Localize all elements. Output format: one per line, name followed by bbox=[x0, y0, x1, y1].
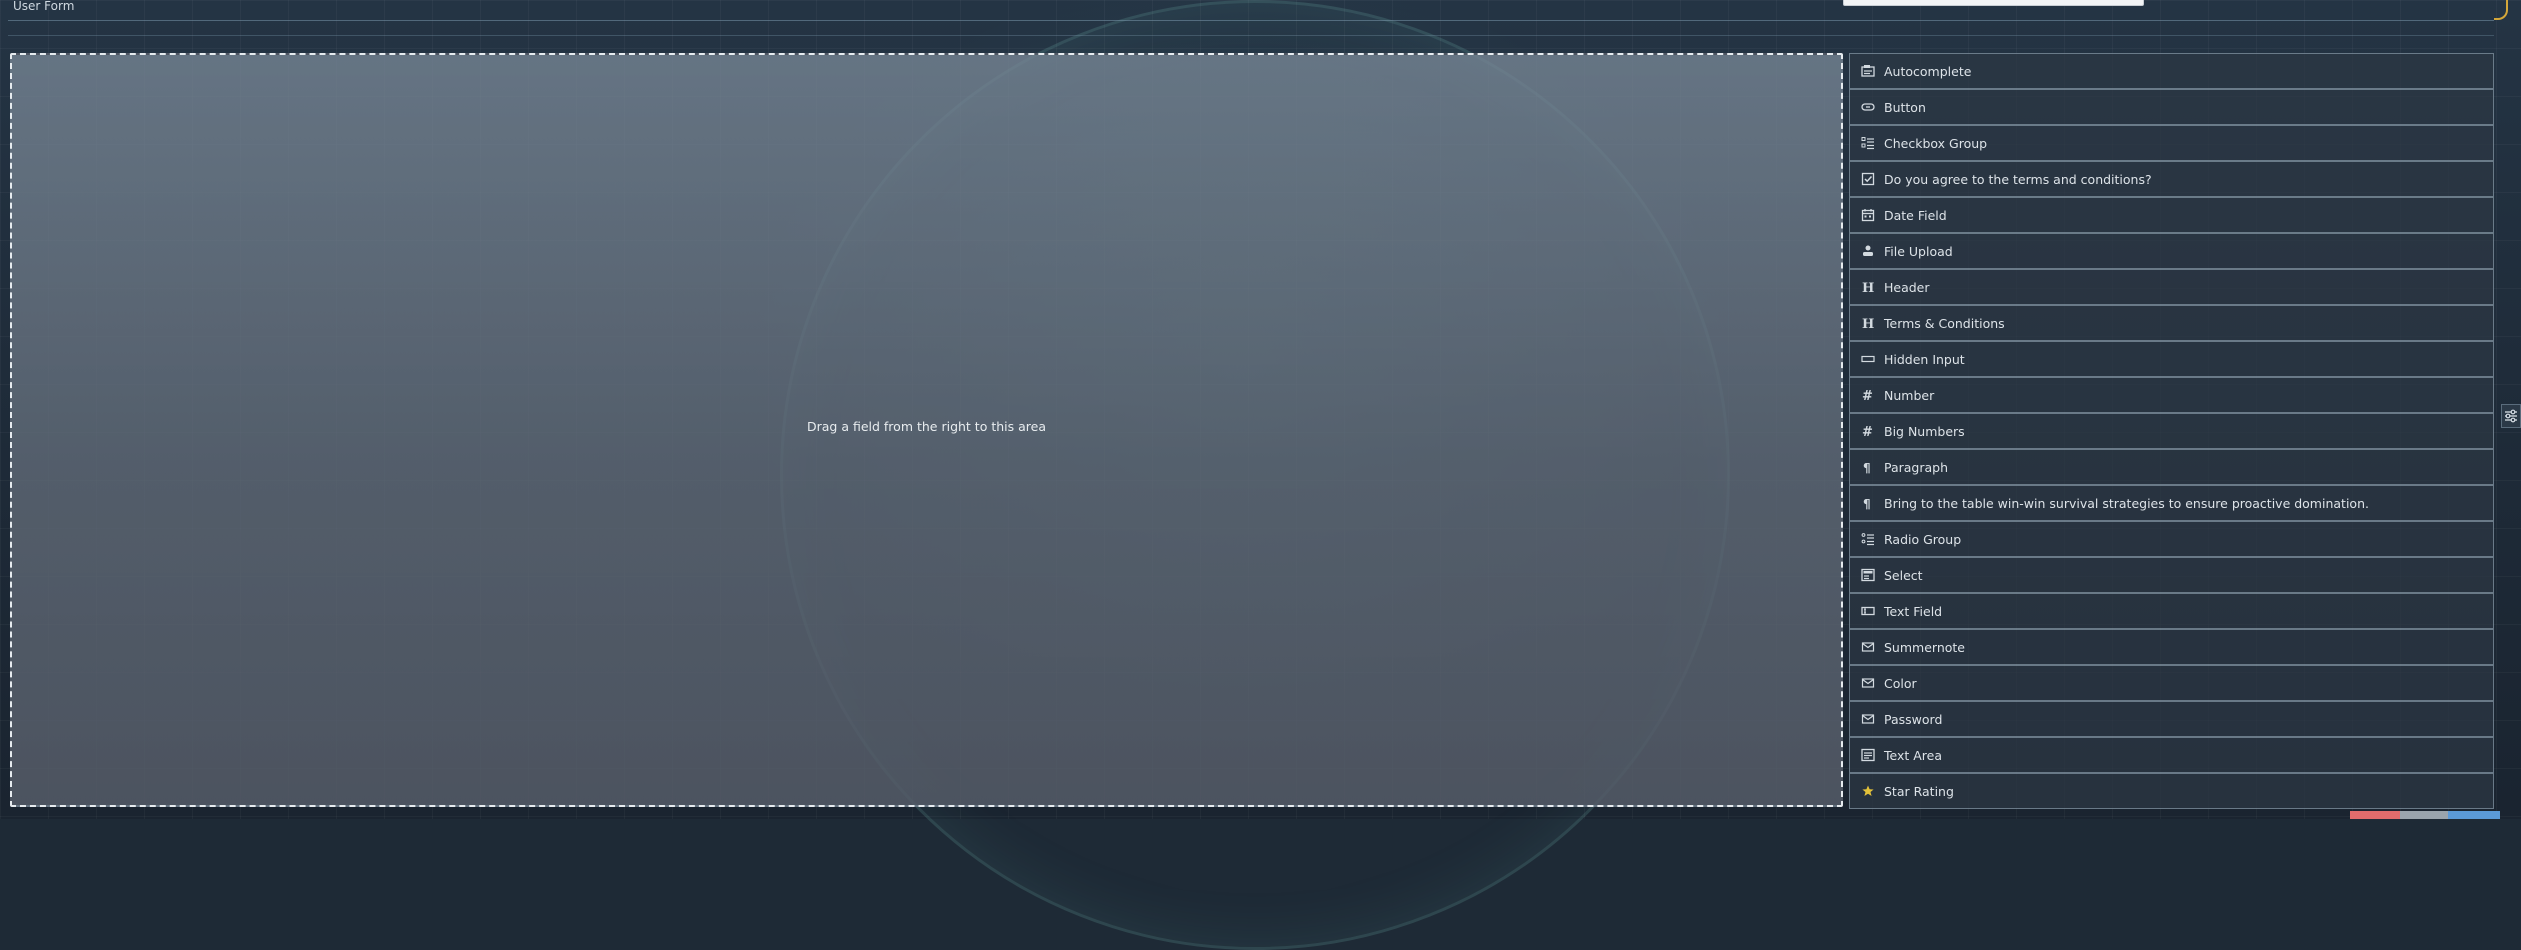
palette-item-label: Summernote bbox=[1884, 640, 1965, 655]
text-area-icon bbox=[1861, 748, 1875, 762]
heading-icon: H bbox=[1861, 316, 1875, 330]
palette-item-label: Paragraph bbox=[1884, 460, 1948, 475]
svg-text:¶: ¶ bbox=[1863, 497, 1871, 510]
palette-item-label: Do you agree to the terms and conditions… bbox=[1884, 172, 2152, 187]
checkbox-icon bbox=[1861, 172, 1875, 186]
palette-item[interactable]: Summernote bbox=[1849, 629, 2494, 665]
palette-item[interactable]: Radio Group bbox=[1849, 521, 2494, 557]
calendar-icon bbox=[1861, 208, 1875, 222]
palette-item[interactable]: Star Rating bbox=[1849, 773, 2494, 809]
save-button[interactable] bbox=[2448, 811, 2500, 819]
paragraph-icon: ¶ bbox=[1861, 460, 1875, 474]
palette-item-label: Radio Group bbox=[1884, 532, 1961, 547]
hash-icon: # bbox=[1861, 388, 1875, 402]
palette-item-label: Checkbox Group bbox=[1884, 136, 1987, 151]
sliders-icon bbox=[2504, 409, 2518, 423]
data-button[interactable] bbox=[2400, 811, 2448, 819]
palette-item[interactable]: ¶ Paragraph bbox=[1849, 449, 2494, 485]
palette-item[interactable]: Checkbox Group bbox=[1849, 125, 2494, 161]
palette-item-label: Color bbox=[1884, 676, 1917, 691]
palette-item-label: Header bbox=[1884, 280, 1930, 295]
envelope-icon bbox=[1861, 712, 1875, 726]
palette-item[interactable]: Date Field bbox=[1849, 197, 2494, 233]
palette-item-label: Autocomplete bbox=[1884, 64, 1971, 79]
palette-item[interactable]: # Number bbox=[1849, 377, 2494, 413]
palette-item[interactable]: H Header bbox=[1849, 269, 2494, 305]
palette-item[interactable]: Select bbox=[1849, 557, 2494, 593]
header-input[interactable] bbox=[1843, 0, 2144, 6]
palette-item-label: Date Field bbox=[1884, 208, 1947, 223]
hash-icon: # bbox=[1861, 424, 1875, 438]
palette-item[interactable]: Color bbox=[1849, 665, 2494, 701]
palette-item-label: Select bbox=[1884, 568, 1923, 583]
envelope-icon bbox=[1861, 640, 1875, 654]
envelope-icon bbox=[1861, 676, 1875, 690]
form-title: User Form bbox=[13, 0, 74, 13]
svg-text:H: H bbox=[1862, 317, 1874, 330]
header-divider bbox=[8, 35, 2494, 36]
drop-area-message: Drag a field from the right to this area bbox=[12, 419, 1841, 434]
settings-toggle-button[interactable] bbox=[2501, 404, 2521, 428]
palette-item[interactable]: # Big Numbers bbox=[1849, 413, 2494, 449]
form-drop-area[interactable]: Drag a field from the right to this area bbox=[10, 53, 1843, 807]
palette-item-label: Button bbox=[1884, 100, 1926, 115]
autocomplete-icon bbox=[1861, 64, 1875, 78]
palette-item-label: Hidden Input bbox=[1884, 352, 1965, 367]
palette-item[interactable]: H Terms & Conditions bbox=[1849, 305, 2494, 341]
palette-item-label: Bring to the table win-win survival stra… bbox=[1884, 496, 2369, 511]
palette-item-label: Big Numbers bbox=[1884, 424, 1965, 439]
palette-item-label: Star Rating bbox=[1884, 784, 1954, 799]
svg-text:¶: ¶ bbox=[1863, 461, 1871, 474]
palette-item[interactable]: Autocomplete bbox=[1849, 53, 2494, 89]
hidden-input-icon bbox=[1861, 352, 1875, 366]
palette-item-label: File Upload bbox=[1884, 244, 1953, 259]
palette-item-label: Text Area bbox=[1884, 748, 1942, 763]
svg-text:#: # bbox=[1862, 425, 1873, 438]
paragraph-icon: ¶ bbox=[1861, 496, 1875, 510]
palette-item-label: Password bbox=[1884, 712, 1942, 727]
checkbox-group-icon bbox=[1861, 136, 1875, 150]
svg-text:#: # bbox=[1862, 389, 1873, 402]
field-palette: Autocomplete Button Checkbox Group Do you a… bbox=[1849, 53, 2494, 809]
palette-item-label: Text Field bbox=[1884, 604, 1942, 619]
palette-item[interactable]: Do you agree to the terms and conditions… bbox=[1849, 161, 2494, 197]
radio-group-icon bbox=[1861, 532, 1875, 546]
palette-item-label: Terms & Conditions bbox=[1884, 316, 2005, 331]
star-icon bbox=[1861, 784, 1875, 798]
button-icon bbox=[1861, 100, 1875, 114]
palette-item[interactable]: ¶ Bring to the table win-win survival str… bbox=[1849, 485, 2494, 521]
select-icon bbox=[1861, 568, 1875, 582]
heading-icon: H bbox=[1861, 280, 1875, 294]
upload-icon bbox=[1861, 244, 1875, 258]
clear-button[interactable] bbox=[2350, 811, 2400, 819]
palette-item[interactable]: Text Area bbox=[1849, 737, 2494, 773]
palette-item[interactable]: Password bbox=[1849, 701, 2494, 737]
text-field-icon bbox=[1861, 604, 1875, 618]
palette-item[interactable]: Text Field bbox=[1849, 593, 2494, 629]
palette-item[interactable]: Button bbox=[1849, 89, 2494, 125]
palette-item-label: Number bbox=[1884, 388, 1934, 403]
palette-item[interactable]: Hidden Input bbox=[1849, 341, 2494, 377]
svg-text:H: H bbox=[1862, 281, 1874, 294]
palette-item[interactable]: File Upload bbox=[1849, 233, 2494, 269]
